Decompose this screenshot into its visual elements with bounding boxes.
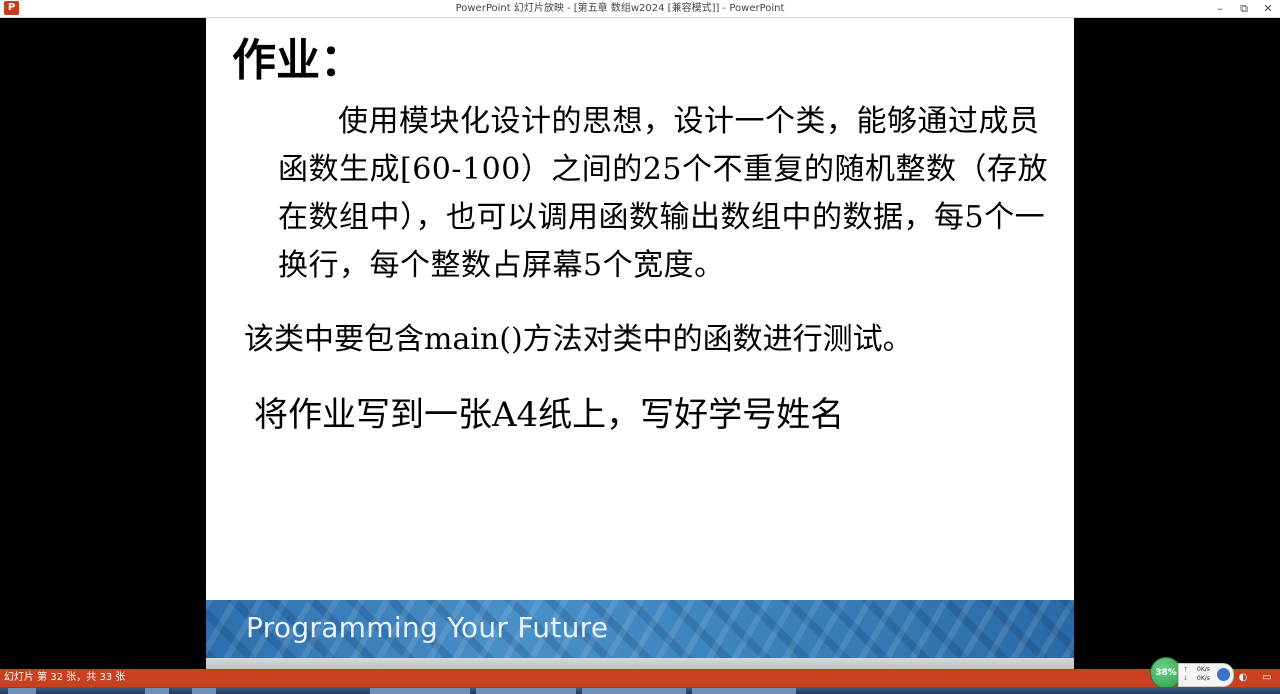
taskbar-item[interactable] <box>476 688 576 694</box>
restore-button[interactable]: ⧉ <box>1232 0 1256 17</box>
taskbar <box>0 687 1280 694</box>
download-arrow-icon: ↓ <box>1183 675 1189 682</box>
slide-heading: 作业： <box>232 35 364 86</box>
upload-speed: 0K/s <box>1197 666 1210 673</box>
reading-view-icon[interactable]: ◐ <box>1236 671 1250 685</box>
status-bar: 幻灯片 第 32 张，共 33 张 ◀ ▤ ◐ ▭ <box>0 669 1280 687</box>
taskbar-item[interactable] <box>8 688 36 694</box>
slide-submission-note: 将作业写到一张A4纸上，写好学号姓名 <box>254 395 845 435</box>
network-speed-widget[interactable]: 38% ↑ 0K/s ↓ 0K/s <box>1150 657 1234 689</box>
accelerator-icon <box>1217 668 1230 681</box>
taskbar-item[interactable] <box>370 688 470 694</box>
slide[interactable]: 作业： 使用模块化设计的思想，设计一个类，能够通过成员函数生成[60-100）之… <box>206 18 1074 669</box>
slideshow-icon[interactable]: ▭ <box>1260 671 1274 685</box>
slideshow-stage: 作业： 使用模块化设计的思想，设计一个类，能够通过成员函数生成[60-100）之… <box>0 18 1280 669</box>
title-bar: P PowerPoint 幻灯片放映 - [第五章 数组w2024 [兼容模式]… <box>0 0 1280 18</box>
slide-bottom-strip <box>206 658 1074 669</box>
taskbar-item[interactable] <box>192 688 216 694</box>
network-speed-panel: ↑ 0K/s ↓ 0K/s <box>1178 663 1234 687</box>
close-button[interactable]: ✕ <box>1256 0 1280 17</box>
banner-text: Programming Your Future <box>246 611 609 644</box>
taskbar-item[interactable] <box>145 688 169 694</box>
slide-paragraph: 使用模块化设计的思想，设计一个类，能够通过成员函数生成[60-100）之间的25… <box>278 104 1048 283</box>
slide-counter: 幻灯片 第 32 张，共 33 张 <box>4 672 126 683</box>
taskbar-item[interactable] <box>692 688 796 694</box>
window-controls: – ⧉ ✕ <box>1208 0 1280 17</box>
taskbar-item[interactable] <box>582 688 686 694</box>
download-speed: 0K/s <box>1197 675 1210 682</box>
upload-arrow-icon: ↑ <box>1183 666 1189 673</box>
slide-footer-banner: Programming Your Future <box>206 600 1074 658</box>
window-title: PowerPoint 幻灯片放映 - [第五章 数组w2024 [兼容模式]] … <box>455 3 785 14</box>
slide-test-requirement: 该类中要包含main()方法对类中的函数进行测试。 <box>244 322 913 357</box>
minimize-button[interactable]: – <box>1208 0 1232 17</box>
